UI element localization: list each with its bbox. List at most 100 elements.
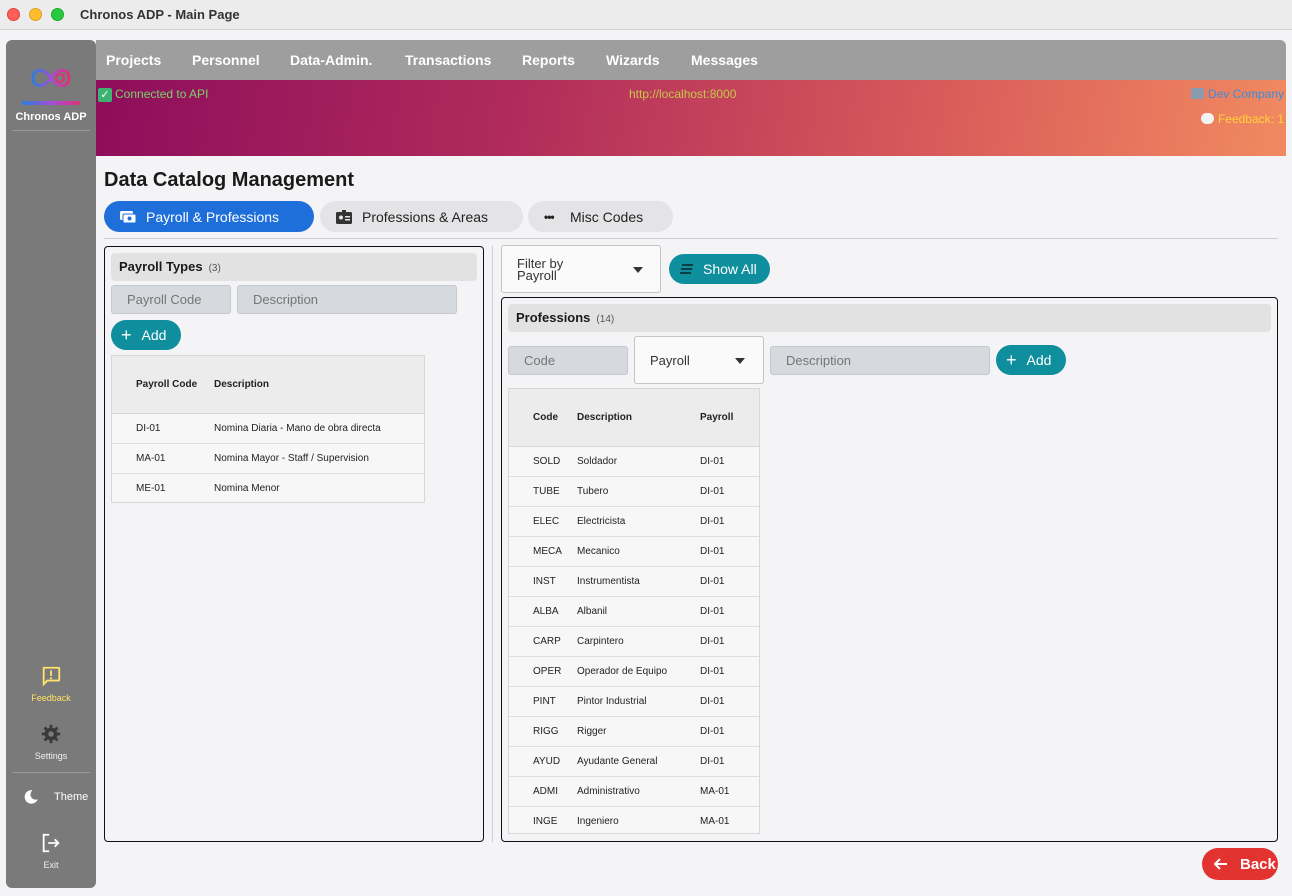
table-row[interactable]: RIGG Rigger DI-01 bbox=[509, 716, 759, 747]
filter-by-payroll-select[interactable]: Filter by Payroll bbox=[501, 245, 661, 293]
tab-misc-codes[interactable]: ••• Misc Codes bbox=[528, 201, 673, 232]
cell-description: Electricista bbox=[577, 506, 700, 537]
cell-description: Tubero bbox=[577, 476, 700, 507]
payroll-description-input[interactable] bbox=[237, 285, 457, 314]
profession-payroll-select[interactable]: Payroll bbox=[634, 336, 764, 384]
column-header-payroll-code[interactable]: Payroll Code bbox=[112, 356, 214, 414]
window-titlebar: Chronos ADP - Main Page bbox=[0, 0, 1292, 30]
payroll-icon bbox=[120, 210, 136, 223]
cell-code: MECA bbox=[509, 536, 577, 567]
payroll-types-panel: Payroll Types (3) + Add Payroll Code Descr… bbox=[104, 246, 484, 842]
tab-label: Misc Codes bbox=[570, 208, 644, 225]
sidebar-item-exit[interactable]: Exit bbox=[6, 832, 96, 870]
table-row[interactable]: ADMI Administrativo MA-01 bbox=[509, 776, 759, 807]
menu-personnel[interactable]: Personnel bbox=[192, 52, 260, 68]
tabs-divider bbox=[104, 238, 1278, 239]
feedback-count[interactable]: Feedback: 1 bbox=[1200, 112, 1284, 126]
sidebar-item-settings[interactable]: Settings bbox=[6, 723, 96, 761]
cell-payroll: MA-01 bbox=[700, 806, 759, 833]
cell-payroll: DI-01 bbox=[700, 446, 759, 477]
chevron-down-icon bbox=[633, 267, 643, 273]
table-row[interactable]: CARP Carpintero DI-01 bbox=[509, 626, 759, 657]
cell-payroll: DI-01 bbox=[700, 536, 759, 567]
panel-divider bbox=[492, 246, 493, 842]
table-row[interactable]: OPER Operador de Equipo DI-01 bbox=[509, 656, 759, 687]
cell-code: PINT bbox=[509, 686, 577, 717]
speech-bubble-icon bbox=[1200, 113, 1214, 124]
close-window-button[interactable] bbox=[7, 8, 20, 21]
cell-code: SOLD bbox=[509, 446, 577, 477]
table-row[interactable]: DI-01 Nomina Diaria - Mano de obra direc… bbox=[112, 413, 424, 444]
filter-label: Filter by Payroll bbox=[517, 256, 564, 283]
cell-code: CARP bbox=[509, 626, 577, 657]
tab-professions-areas[interactable]: Professions & Areas bbox=[320, 201, 523, 232]
column-header-description[interactable]: Description bbox=[214, 356, 424, 414]
sidebar-item-feedback[interactable]: Feedback bbox=[6, 665, 96, 703]
sidebar-item-theme[interactable]: Theme bbox=[22, 788, 88, 806]
building-icon bbox=[1190, 88, 1204, 99]
table-row[interactable]: TUBE Tubero DI-01 bbox=[509, 476, 759, 507]
table-row[interactable]: AYUD Ayudante General DI-01 bbox=[509, 746, 759, 777]
menu-transactions[interactable]: Transactions bbox=[405, 52, 491, 68]
payroll-types-header: Payroll Types (3) bbox=[111, 253, 477, 281]
menu-data-admin[interactable]: Data-Admin. bbox=[290, 52, 372, 68]
cell-payroll: DI-01 bbox=[700, 596, 759, 627]
minimize-window-button[interactable] bbox=[29, 8, 42, 21]
tab-label: Professions & Areas bbox=[362, 208, 489, 225]
menu-projects[interactable]: Projects bbox=[106, 52, 161, 68]
table-row[interactable]: ALBA Albanil DI-01 bbox=[509, 596, 759, 627]
column-header-code[interactable]: Code bbox=[509, 389, 577, 447]
menu-reports[interactable]: Reports bbox=[522, 52, 575, 68]
table-row[interactable]: MECA Mecanico DI-01 bbox=[509, 536, 759, 567]
payroll-code-input[interactable] bbox=[111, 285, 231, 314]
professions-table: Code Description Payroll SOLD Soldador DI-… bbox=[508, 388, 760, 834]
column-header-payroll[interactable]: Payroll bbox=[700, 389, 759, 447]
feedback-label: Feedback bbox=[31, 693, 71, 703]
maximize-window-button[interactable] bbox=[51, 8, 64, 21]
sidebar-divider bbox=[12, 130, 90, 131]
menu-messages[interactable]: Messages bbox=[691, 52, 758, 68]
profession-description-input[interactable] bbox=[770, 346, 990, 375]
status-banner: ✓ Connected to API http://localhost:8000 … bbox=[96, 80, 1286, 156]
table-row[interactable]: ELEC Electricista DI-01 bbox=[509, 506, 759, 537]
back-label: Back bbox=[1240, 855, 1276, 873]
profession-code-input[interactable] bbox=[508, 346, 628, 375]
theme-label: Theme bbox=[54, 791, 89, 803]
back-button[interactable]: Back bbox=[1202, 848, 1278, 880]
plus-icon: + bbox=[121, 325, 132, 345]
professions-panel: Professions (14) Payroll + Add Code Descri… bbox=[501, 297, 1278, 842]
tab-label: Payroll & Professions bbox=[146, 208, 280, 225]
show-all-button[interactable]: Show All bbox=[669, 254, 770, 284]
table-row[interactable]: INGE Ingeniero MA-01 bbox=[509, 806, 759, 833]
payroll-types-title: Payroll Types bbox=[119, 259, 203, 274]
table-row[interactable]: SOLD Soldador DI-01 bbox=[509, 446, 759, 477]
cell-code: OPER bbox=[509, 656, 577, 687]
table-row[interactable]: ME-01 Nomina Menor bbox=[112, 473, 424, 502]
cell-payroll: MA-01 bbox=[700, 776, 759, 807]
add-label: Add bbox=[141, 327, 167, 343]
cell-description: Pintor Industrial bbox=[577, 686, 700, 717]
check-icon: ✓ bbox=[98, 88, 112, 102]
cell-code: AYUD bbox=[509, 746, 577, 777]
cell-code: INGE bbox=[509, 806, 577, 833]
add-payroll-button[interactable]: + Add bbox=[111, 320, 181, 350]
tab-payroll-professions[interactable]: Payroll & Professions bbox=[104, 201, 314, 232]
menu-wizards[interactable]: Wizards bbox=[606, 52, 660, 68]
table-row[interactable]: INST Instrumentista DI-01 bbox=[509, 566, 759, 597]
cell-description: Albanil bbox=[577, 596, 700, 627]
cell-description: Rigger bbox=[577, 716, 700, 747]
company-link[interactable]: Dev Company bbox=[1190, 87, 1284, 101]
table-row[interactable]: PINT Pintor Industrial DI-01 bbox=[509, 686, 759, 717]
arrow-left-icon bbox=[1214, 858, 1227, 870]
cell-description: Operador de Equipo bbox=[577, 656, 700, 687]
cell-description: Administrativo bbox=[577, 776, 700, 807]
feedback-icon bbox=[42, 666, 61, 687]
cell-description: Carpintero bbox=[577, 626, 700, 657]
table-row[interactable]: MA-01 Nomina Mayor - Staff / Supervision bbox=[112, 443, 424, 474]
cell-payroll: DI-01 bbox=[700, 476, 759, 507]
filter-list-icon bbox=[680, 264, 693, 274]
add-profession-button[interactable]: + Add bbox=[996, 345, 1066, 375]
badge-icon bbox=[336, 209, 352, 224]
column-header-description[interactable]: Description bbox=[577, 389, 700, 447]
cell-description: Mecanico bbox=[577, 536, 700, 567]
